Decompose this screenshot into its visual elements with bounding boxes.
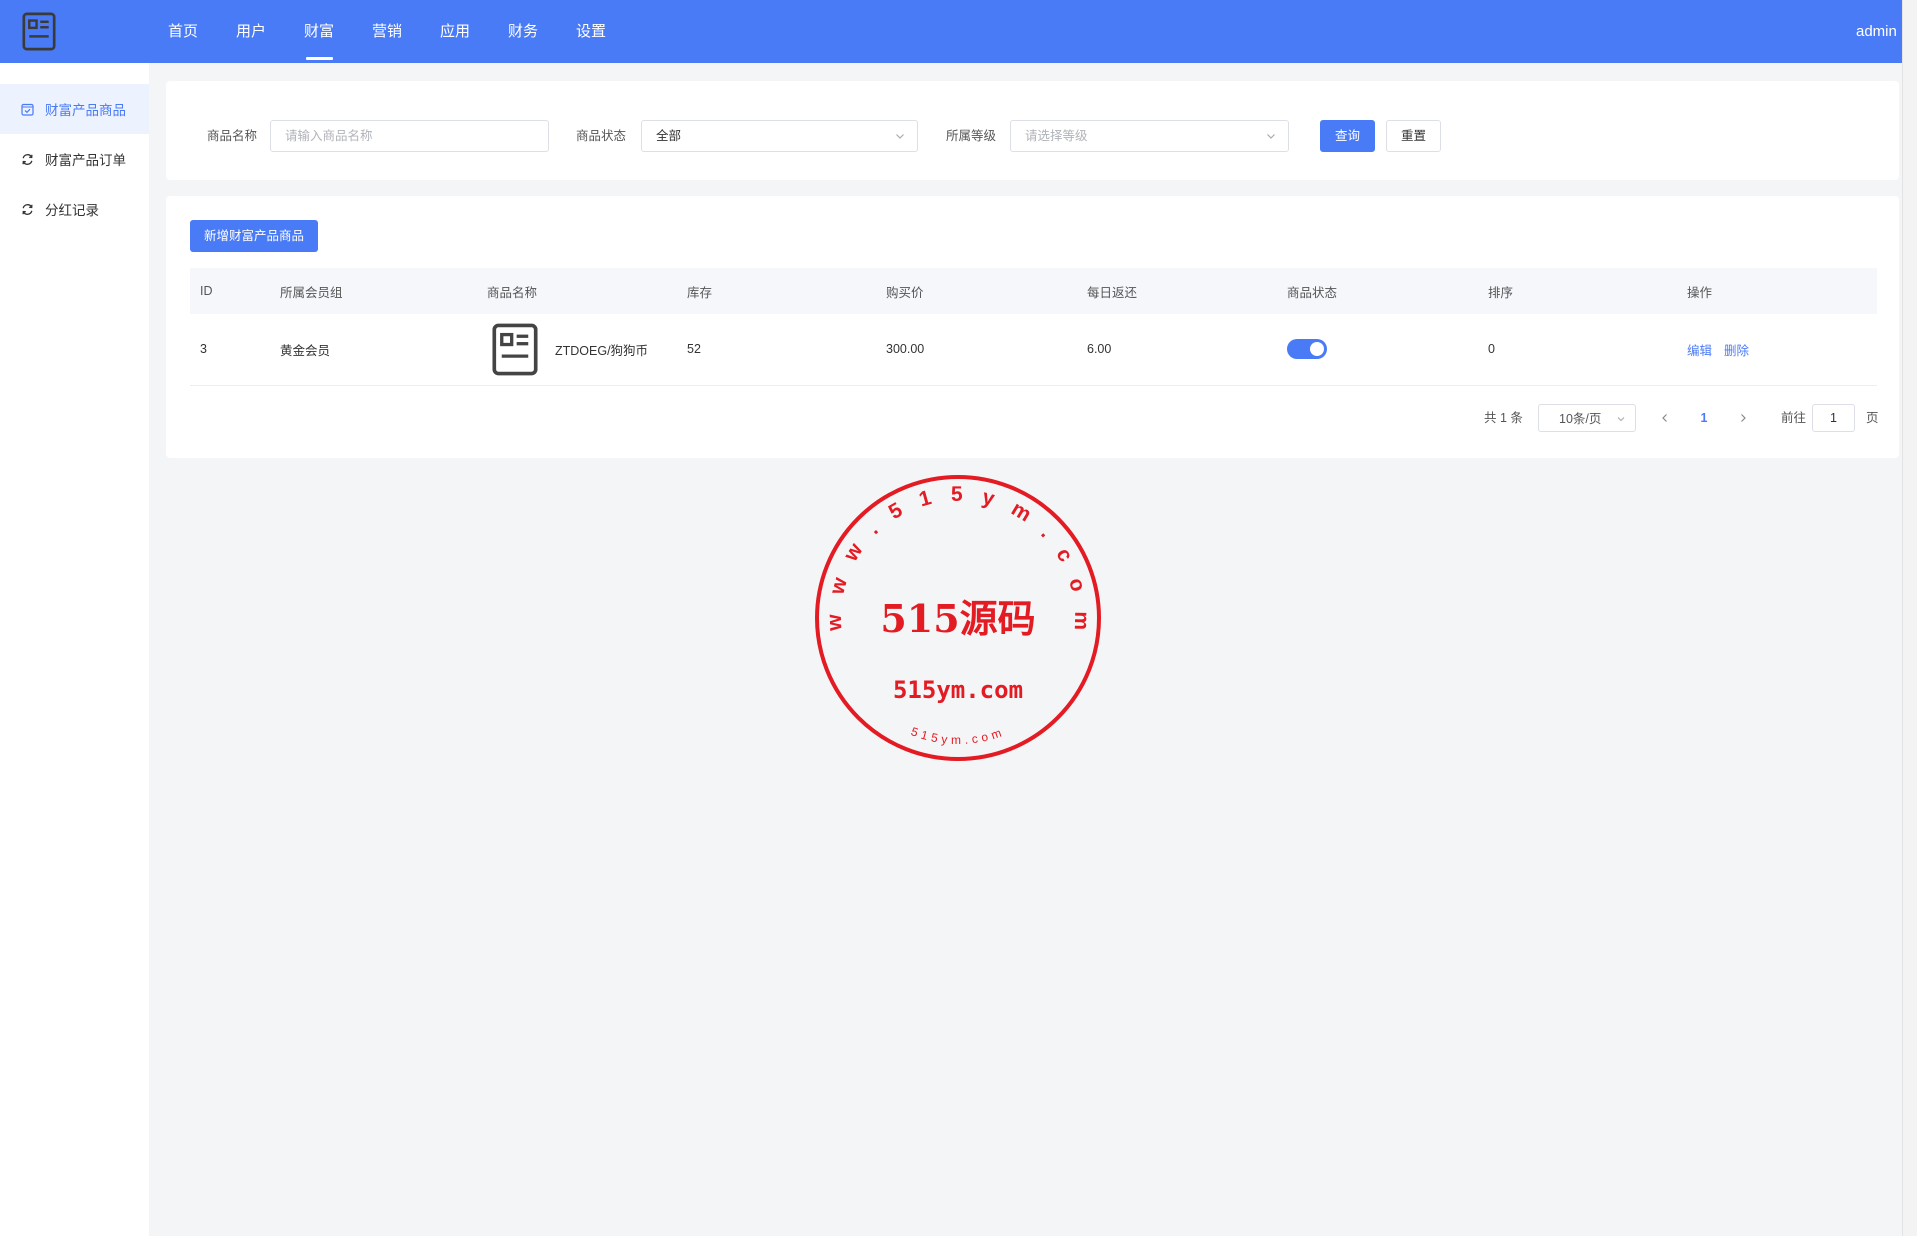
column-header-price: 购买价 [876, 268, 1077, 314]
chevron-right-icon [1741, 414, 1746, 422]
page-scrollbar[interactable] [1902, 0, 1917, 1236]
sidebar-item-dividend-records[interactable]: 分红记录 [0, 184, 149, 234]
cell-stock: 52 [677, 314, 876, 386]
cell-id: 3 [190, 314, 270, 386]
sidebar-item-wealth-orders[interactable]: 财富产品订单 [0, 134, 149, 184]
top-header: 首页 用户 财富 营销 应用 财务 设置 admin [0, 0, 1902, 63]
checkbox-icon [21, 103, 34, 116]
member-level-label: 所属等级 [946, 129, 997, 143]
nav-item-marketing[interactable]: 营销 [353, 0, 421, 63]
top-nav: 首页 用户 财富 营销 应用 财务 设置 [149, 0, 625, 63]
member-level-placeholder: 请选择等级 [1025, 129, 1088, 143]
pagination-total: 共 1 条 [1484, 411, 1523, 425]
sidebar-item-label: 财富产品商品 [45, 103, 126, 118]
page-size-value: 10条/页 [1559, 412, 1602, 426]
column-header-actions: 操作 [1677, 268, 1877, 314]
stamp-ring-text: www.515ym.com [823, 483, 1093, 632]
next-page-button[interactable] [1736, 404, 1750, 432]
logo-document-icon[interactable] [22, 12, 56, 51]
product-image-document-icon [491, 323, 539, 376]
delete-link[interactable]: 删除 [1724, 344, 1749, 358]
column-header-sort: 排序 [1478, 268, 1677, 314]
page-suffix-label: 页 [1866, 411, 1879, 425]
reset-button[interactable]: 重置 [1386, 120, 1441, 152]
cell-daily-return: 6.00 [1077, 314, 1277, 386]
table-row: 3 黄金会员 ZTDOEG/狗狗币 52 300.00 6.00 0 编辑 删除 [190, 314, 1877, 386]
product-name-input[interactable] [270, 120, 549, 152]
cell-product-name: ZTDOEG/狗狗币 [477, 314, 677, 386]
product-status-label: 商品状态 [576, 129, 627, 143]
query-button[interactable]: 查询 [1320, 120, 1375, 152]
column-header-daily-return: 每日返还 [1077, 268, 1277, 314]
page-number-current[interactable]: 1 [1697, 404, 1711, 432]
column-header-member-group: 所属会员组 [270, 268, 477, 314]
nav-item-apps[interactable]: 应用 [421, 0, 489, 63]
product-name-label: 商品名称 [207, 129, 258, 143]
stamp-title: 515源码 [880, 596, 1035, 641]
stamp-ring [815, 475, 1101, 761]
prev-page-button[interactable] [1658, 404, 1672, 432]
cell-sort: 0 [1478, 314, 1677, 386]
filter-panel: 商品名称 商品状态 全部 所属等级 请选择等级 查询 重置 [166, 81, 1899, 180]
nav-item-finance[interactable]: 财务 [489, 0, 557, 63]
sidebar-item-label: 分红记录 [45, 203, 99, 218]
goto-label: 前往 [1781, 411, 1807, 425]
refresh-icon [21, 153, 34, 166]
column-header-product-name: 商品名称 [477, 268, 677, 314]
nav-item-users[interactable]: 用户 [217, 0, 285, 63]
page-size-select[interactable]: 10条/页 [1538, 404, 1636, 432]
chevron-down-icon [1266, 131, 1276, 141]
nav-item-settings[interactable]: 设置 [557, 0, 625, 63]
cell-member-group: 黄金会员 [270, 314, 477, 386]
cell-status [1277, 314, 1478, 386]
chevron-down-icon [895, 131, 905, 141]
cell-actions: 编辑 删除 [1677, 314, 1877, 386]
nav-item-wealth[interactable]: 财富 [285, 0, 353, 63]
cell-price: 300.00 [876, 314, 1077, 386]
product-status-value: 全部 [656, 129, 682, 143]
table-header-row: ID 所属会员组 商品名称 库存 购买价 每日返还 商品状态 排序 操作 [190, 268, 1877, 314]
watermark-stamp: www.515ym.com 515源码 515ym.com 515ym.com [815, 475, 1101, 761]
user-menu[interactable]: admin [1856, 0, 1897, 63]
product-table: ID 所属会员组 商品名称 库存 购买价 每日返还 商品状态 排序 操作 3 黄… [190, 268, 1877, 386]
product-status-toggle[interactable] [1287, 339, 1327, 360]
column-header-status: 商品状态 [1277, 268, 1478, 314]
chevron-down-icon [1616, 414, 1626, 424]
product-name-text: ZTDOEG/狗狗币 [555, 343, 649, 358]
sidebar-item-label: 财富产品订单 [45, 153, 126, 168]
column-header-stock: 库存 [677, 268, 876, 314]
toggle-knob [1310, 342, 1324, 357]
sidebar-item-wealth-products[interactable]: 财富产品商品 [0, 84, 149, 134]
nav-item-home[interactable]: 首页 [149, 0, 217, 63]
edit-link[interactable]: 编辑 [1687, 344, 1712, 358]
product-table-panel: 新增财富产品商品 ID 所属会员组 商品名称 库存 购买价 每日返还 商品状态 … [166, 196, 1899, 458]
column-header-id: ID [190, 268, 270, 314]
chevron-left-icon [1662, 414, 1667, 422]
add-wealth-product-button[interactable]: 新增财富产品商品 [190, 220, 318, 252]
stamp-bottom-text: 515ym.com [909, 724, 1007, 747]
goto-page-input[interactable] [1812, 404, 1855, 432]
sidebar: 财富产品商品 财富产品订单 分红记录 [0, 63, 149, 1236]
product-status-select[interactable]: 全部 [641, 120, 918, 152]
refresh-icon [21, 203, 34, 216]
member-level-select[interactable]: 请选择等级 [1010, 120, 1289, 152]
stamp-domain: 515ym.com [893, 676, 1023, 704]
